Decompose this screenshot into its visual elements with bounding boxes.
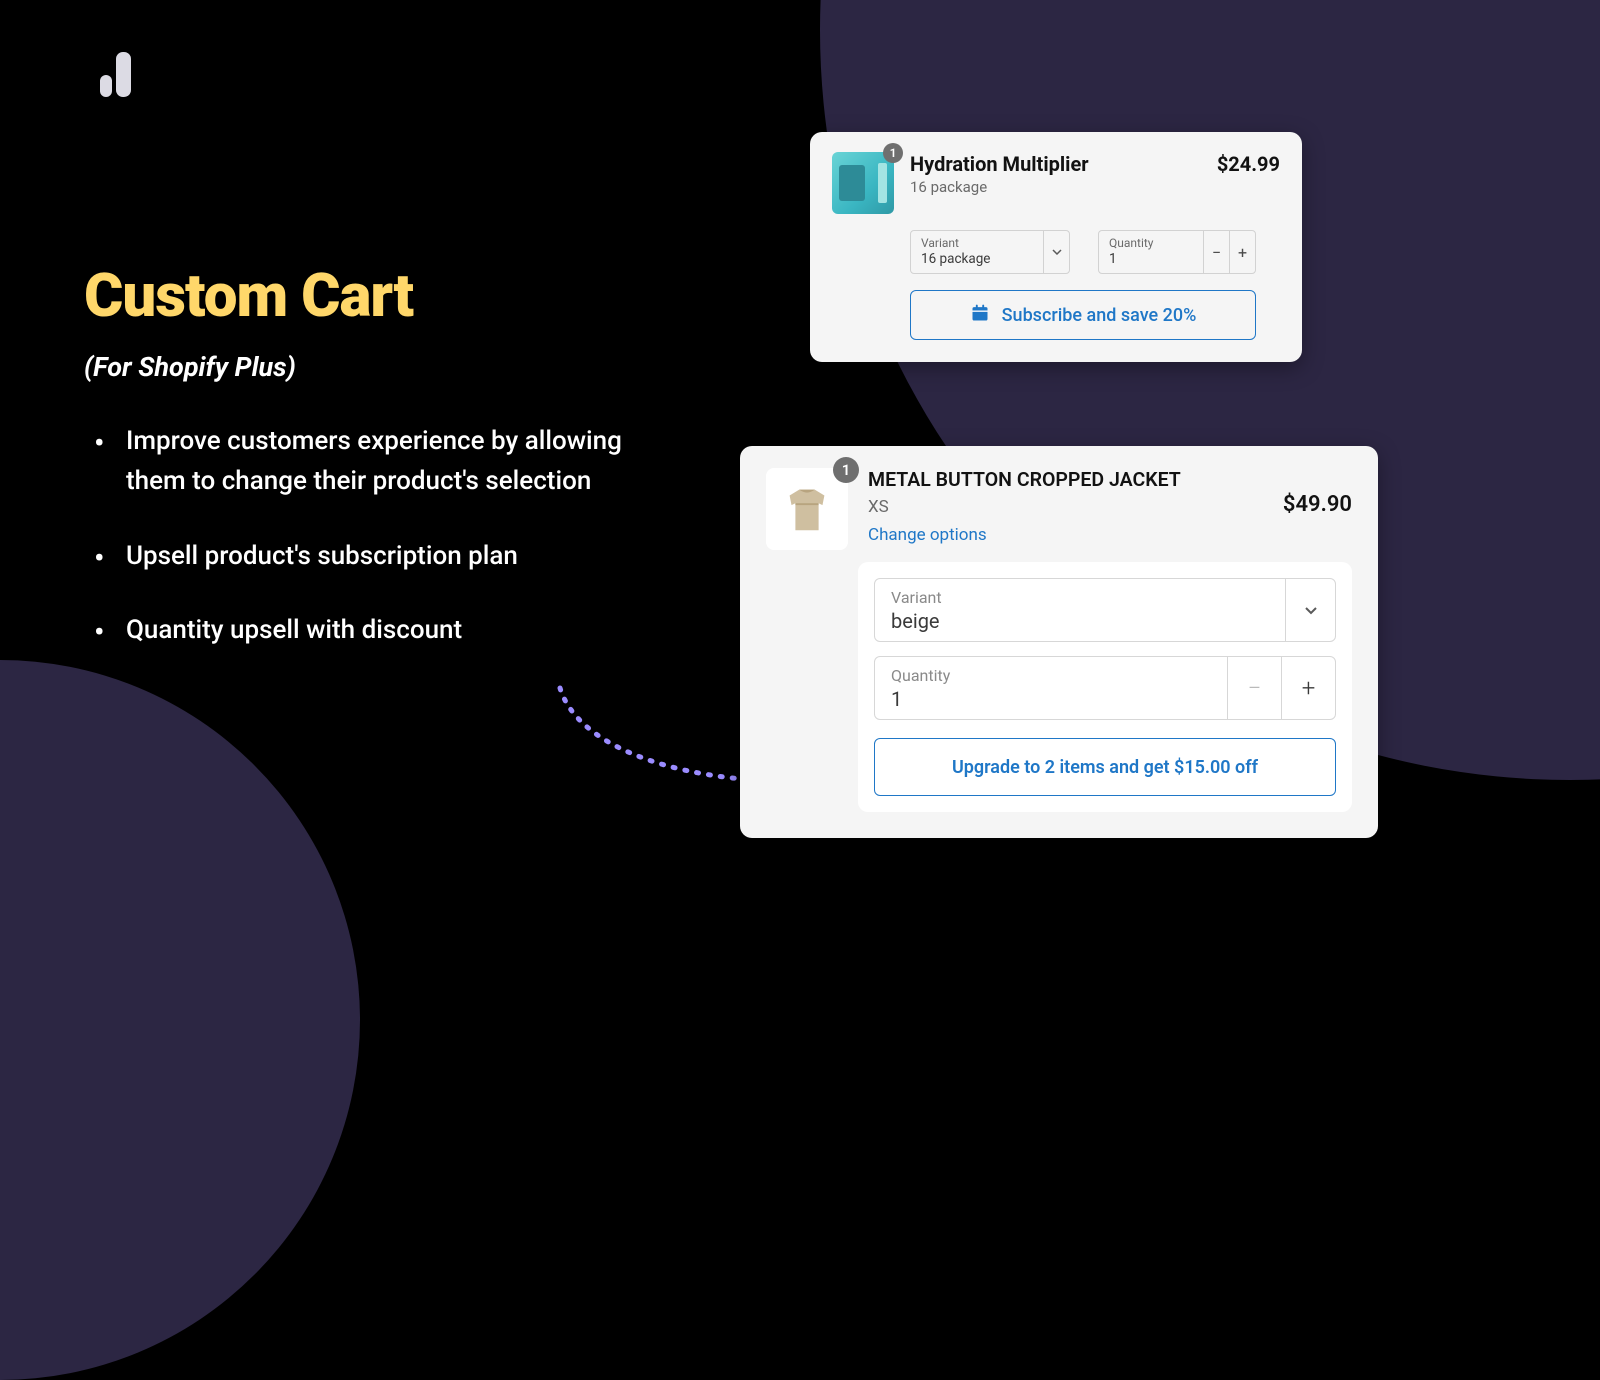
quantity-decrement[interactable]: − <box>1227 657 1281 719</box>
quantity-label: Quantity <box>1109 237 1153 250</box>
feature-item: Improve customers experience by allowing… <box>84 421 684 502</box>
product-thumbnail <box>766 468 848 550</box>
product-thumbnail <box>832 152 894 214</box>
variant-select[interactable]: Variant beige <box>874 578 1336 642</box>
upgrade-button[interactable]: Upgrade to 2 items and get $15.00 off <box>874 738 1336 796</box>
feature-item: Quantity upsell with discount <box>84 610 684 650</box>
subscribe-button[interactable]: Subscribe and save 20% <box>910 290 1256 340</box>
quantity-badge: 1 <box>833 457 859 483</box>
quantity-increment[interactable]: + <box>1281 657 1335 719</box>
variant-value: 16 package <box>921 251 990 267</box>
options-panel: Variant beige Quantity 1 − + Upgrade to … <box>858 562 1352 812</box>
product-price: $24.99 <box>1217 152 1280 176</box>
calendar-icon <box>970 303 990 328</box>
quantity-stepper[interactable]: Quantity 1 − + <box>874 656 1336 720</box>
page-subtitle: (For Shopify Plus) <box>84 351 684 383</box>
upgrade-label: Upgrade to 2 items and get $15.00 off <box>952 757 1258 778</box>
product-subtitle: XS <box>868 497 1273 517</box>
quantity-decrement[interactable]: − <box>1203 231 1229 273</box>
brand-logo <box>100 52 131 97</box>
quantity-label: Quantity <box>891 666 1215 685</box>
variant-label: Variant <box>891 588 1283 607</box>
chevron-down-icon <box>1285 579 1335 641</box>
variant-select[interactable]: Variant 16 package <box>910 230 1070 274</box>
quantity-value: 1 <box>891 687 1215 711</box>
variant-label: Variant <box>921 237 990 250</box>
quantity-stepper[interactable]: Quantity 1 − + <box>1098 230 1256 274</box>
quantity-value: 1 <box>1109 251 1153 267</box>
decorative-arc-bottom-left <box>0 660 360 1380</box>
change-options-link[interactable]: Change options <box>868 525 1273 545</box>
feature-list: Improve customers experience by allowing… <box>84 421 684 650</box>
chevron-down-icon <box>1043 231 1069 273</box>
product-name: Hydration Multiplier <box>910 152 1209 176</box>
page-title: Custom Cart <box>84 260 684 331</box>
feature-item: Upsell product's subscription plan <box>84 536 684 576</box>
product-name: METAL BUTTON CROPPED JACKET <box>868 468 1273 491</box>
variant-value: beige <box>891 609 1283 633</box>
subscribe-label: Subscribe and save 20% <box>1002 305 1197 326</box>
quantity-badge: 1 <box>883 143 903 163</box>
quantity-increment[interactable]: + <box>1229 231 1255 273</box>
cart-item-card: 1 METAL BUTTON CROPPED JACKET XS Change … <box>740 446 1378 838</box>
cart-item-card: 1 Hydration Multiplier 16 package $24.99… <box>810 132 1302 362</box>
product-subtitle: 16 package <box>910 178 1209 196</box>
product-price: $49.90 <box>1283 492 1352 550</box>
